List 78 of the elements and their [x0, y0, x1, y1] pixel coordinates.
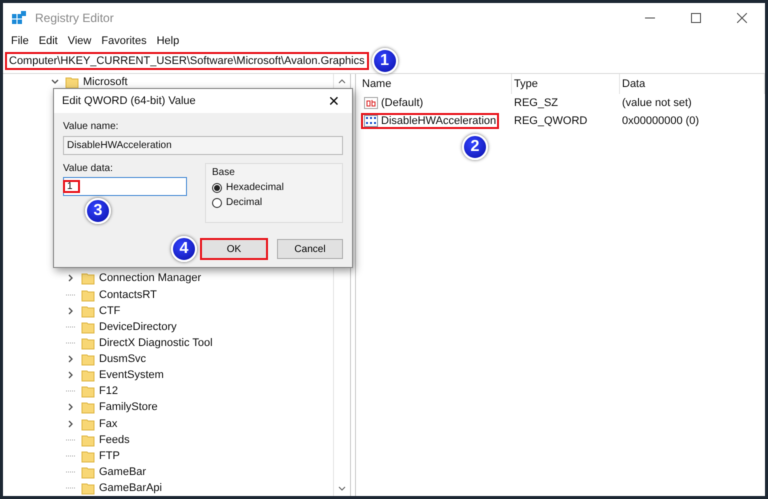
- menu-item[interactable]: Edit: [38, 35, 58, 47]
- tree-item[interactable]: GameBarApi: [99, 482, 162, 494]
- folder-icon: [81, 481, 95, 496]
- radio-label[interactable]: Decimal: [226, 197, 262, 208]
- window-title: Registry Editor: [35, 11, 115, 25]
- menu-item[interactable]: View: [68, 35, 92, 47]
- folder-icon: [81, 416, 95, 431]
- folder-icon: [65, 75, 79, 90]
- tree-item[interactable]: FTP: [99, 450, 120, 462]
- registry-icon: [11, 10, 27, 26]
- cancel-button[interactable]: Cancel: [277, 239, 343, 259]
- tree-line-icon: [66, 454, 76, 457]
- menu-item[interactable]: Help: [156, 35, 180, 47]
- scroll-down-icon[interactable]: [338, 486, 346, 492]
- folder-icon: [81, 352, 95, 366]
- folder-icon: [81, 464, 95, 479]
- close-button[interactable]: ✕: [324, 93, 344, 109]
- binary-value-icon: [364, 115, 378, 127]
- column-header[interactable]: Data: [620, 74, 765, 94]
- folder-icon: [81, 320, 95, 334]
- string-value-icon: [364, 97, 378, 109]
- tree-item[interactable]: Fax: [99, 418, 118, 430]
- value-data-field[interactable]: 1: [63, 177, 187, 196]
- tree-line-icon: [66, 487, 76, 490]
- field-label: Value name:: [63, 121, 120, 132]
- tree-item[interactable]: DeviceDirectory: [99, 320, 177, 333]
- value-name[interactable]: (Default): [381, 97, 424, 109]
- tree-item[interactable]: F12: [99, 385, 118, 398]
- radio-label[interactable]: Hexadecimal: [226, 182, 284, 193]
- column-header[interactable]: Name: [360, 74, 512, 94]
- maximize-icon[interactable]: [691, 13, 701, 23]
- step-marker: 1: [372, 48, 398, 74]
- value-name[interactable]: DisableHWAcceleration: [381, 115, 496, 127]
- folder-icon: [81, 448, 95, 463]
- step-badge: 3: [85, 198, 111, 224]
- tree-line-icon: [66, 342, 76, 344]
- menu-item[interactable]: File: [11, 35, 29, 47]
- close-icon[interactable]: [737, 13, 747, 23]
- tree-item[interactable]: DirectX Diagnostic Tool: [99, 336, 213, 349]
- step-marker: 2: [462, 134, 488, 160]
- dialog-title: Edit QWORD (64-bit) Value: [62, 95, 196, 107]
- folder-icon: [81, 304, 95, 318]
- tree-item[interactable]: GameBar: [99, 466, 146, 478]
- table-cell-text: 0x00000000 (0): [621, 114, 700, 129]
- field-label: Value data:: [63, 163, 114, 174]
- folder-icon: [81, 336, 95, 350]
- scroll-up-icon[interactable]: [338, 78, 346, 84]
- folder-icon: [81, 432, 95, 447]
- tree-line-icon: [66, 438, 76, 441]
- radio-button[interactable]: [212, 198, 222, 208]
- folder-icon: [81, 384, 95, 398]
- table-cell-text: (value not set): [621, 96, 693, 111]
- folder-icon: [81, 271, 95, 286]
- table-cell-text: REG_SZ: [513, 96, 560, 111]
- tree-item[interactable]: CTF: [99, 304, 120, 317]
- tree-line-icon: [66, 326, 76, 328]
- tree-line-icon: [66, 294, 76, 296]
- radio-button[interactable]: [212, 182, 222, 192]
- table-cell-text: REG_QWORD: [513, 114, 588, 129]
- address-bar[interactable]: Computer\HKEY_CURRENT_USER\Software\Microsoft\Avalon.Graphics: [6, 53, 368, 69]
- column-header[interactable]: Type: [512, 74, 620, 94]
- folder-icon: [81, 288, 95, 302]
- tree-item[interactable]: DusmSvc: [99, 353, 146, 366]
- step-marker: 4: [171, 236, 197, 262]
- tree-item[interactable]: Microsoft: [83, 76, 128, 88]
- tree-item[interactable]: Feeds: [99, 434, 130, 446]
- tree-line-icon: [66, 470, 76, 473]
- value-name-field[interactable]: DisableHWAcceleration: [63, 136, 343, 155]
- folder-icon: [81, 368, 95, 382]
- ok-button[interactable]: OK: [201, 239, 267, 259]
- group-label: Base: [212, 167, 236, 178]
- folder-icon: [81, 400, 95, 414]
- tree-line-icon: [66, 390, 76, 392]
- tree-item[interactable]: ContactsRT: [99, 288, 157, 301]
- menu-item[interactable]: Favorites: [101, 35, 147, 47]
- tree-item[interactable]: FamilyStore: [99, 401, 158, 414]
- tree-item[interactable]: EventSystem: [99, 369, 164, 382]
- tree-item[interactable]: Connection Manager: [99, 272, 202, 284]
